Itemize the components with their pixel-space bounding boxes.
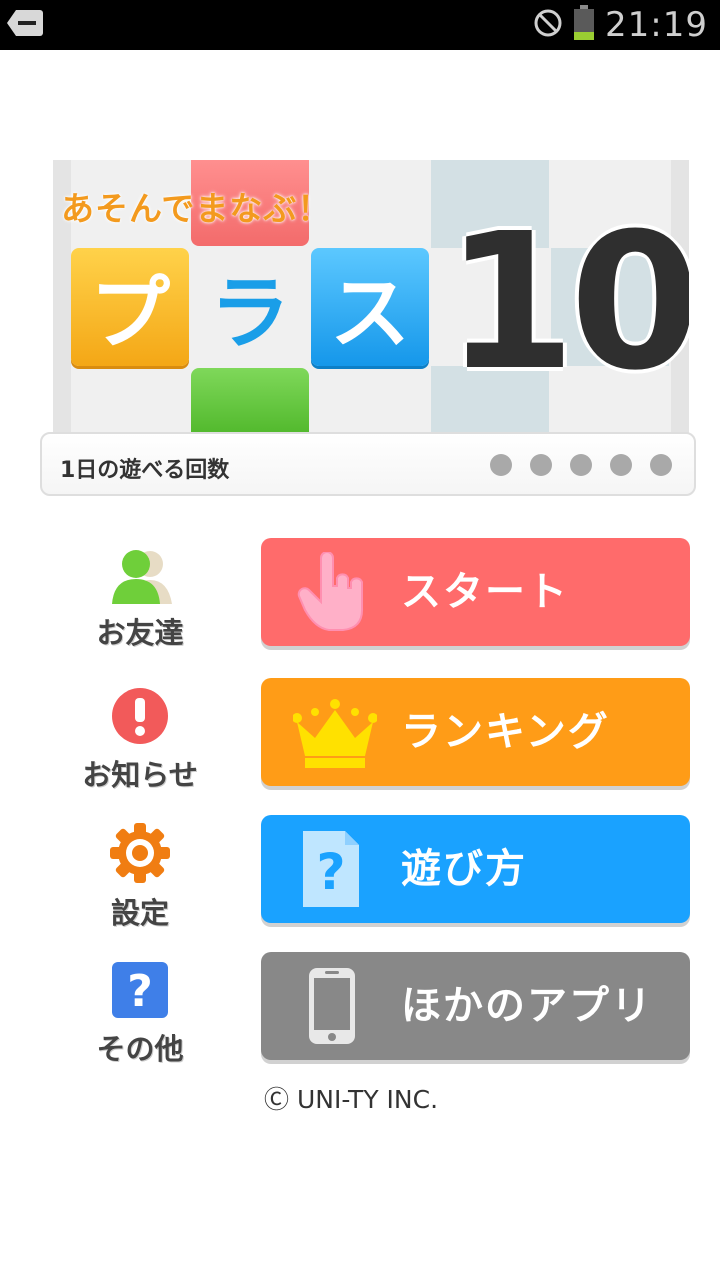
play-count-dot	[610, 454, 632, 476]
play-count-dot	[530, 454, 552, 476]
svg-text:?: ?	[316, 843, 345, 901]
crown-icon	[292, 692, 378, 772]
play-count-dots	[490, 454, 672, 476]
battery-icon	[573, 5, 595, 45]
side-item-friends[interactable]: お友達	[70, 548, 210, 652]
svg-text:?: ?	[127, 966, 153, 1017]
tile-su: ス	[311, 248, 429, 366]
side-item-settings[interactable]: 設定	[70, 822, 210, 932]
clock: 21:19	[605, 5, 708, 45]
hand-pointer-icon	[293, 551, 373, 632]
smartphone-icon	[293, 966, 373, 1046]
ranking-button[interactable]: ランキング	[261, 678, 690, 786]
play-count-label: 1日の遊べる回数	[60, 458, 230, 483]
friends-icon	[70, 548, 210, 608]
title-banner: プ ラ ス あそんでまなぶ！ 10	[53, 160, 689, 436]
play-count-bar: 1日の遊べる回数	[40, 432, 696, 496]
back-icon[interactable]	[6, 8, 44, 38]
tagline: あそんでまなぶ！	[61, 189, 332, 228]
status-bar: 21:19	[0, 0, 720, 50]
play-count-dot	[650, 454, 672, 476]
play-count-dot	[570, 454, 592, 476]
title-number: 10	[445, 193, 689, 412]
other-apps-button[interactable]: ほかのアプリ	[261, 952, 690, 1060]
tile-ra: ラ	[210, 267, 290, 360]
gear-icon	[70, 822, 210, 888]
start-button[interactable]: スタート	[261, 538, 690, 646]
do-not-disturb-icon	[533, 8, 563, 42]
side-item-news[interactable]: お知らせ	[70, 686, 210, 794]
question-document-icon: ?	[293, 829, 373, 909]
play-count-dot	[490, 454, 512, 476]
how-to-play-button[interactable]: ? 遊び方	[261, 815, 690, 923]
side-item-other[interactable]: ? その他	[70, 960, 210, 1068]
help-icon: ?	[70, 960, 210, 1024]
copyright-text: Ⓒ UNI-TY INC.	[264, 1085, 439, 1114]
exclamation-icon	[70, 686, 210, 750]
green-tile	[191, 368, 309, 436]
tile-pu: プ	[71, 248, 189, 366]
